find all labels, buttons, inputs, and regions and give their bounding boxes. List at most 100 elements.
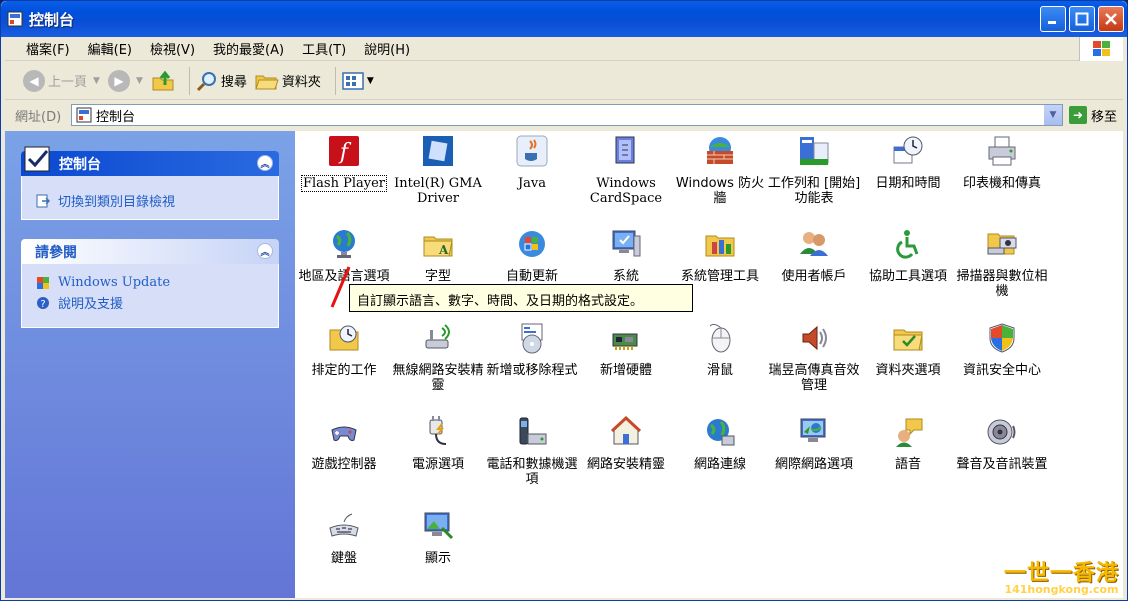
security-shield-icon <box>989 323 1015 353</box>
cpl-system[interactable]: 系統 <box>579 228 673 284</box>
cpl-windows-cardspace[interactable]: Windows CardSpace <box>579 135 673 206</box>
game-controller-icon <box>331 426 357 441</box>
folders-button[interactable]: 資料夾 <box>255 71 321 91</box>
cpl-automatic-updates[interactable]: 自動更新 <box>485 228 579 284</box>
system-monitor-icon <box>612 230 641 257</box>
menu-bar: 檔案(F) 編輯(E) 檢視(V) 我的最愛(A) 工具(T) 說明(H) <box>5 37 1123 61</box>
address-dropdown-icon[interactable]: ▼ <box>1043 105 1062 125</box>
cpl-realtek-hd-audio[interactable]: 瑞昱高傳真音效管理 <box>767 322 861 393</box>
add-hardware-icon <box>612 333 638 350</box>
cpl-flash-player[interactable]: f Flash Player <box>297 135 391 192</box>
forward-button[interactable]: ▶ ▼ <box>107 69 143 92</box>
cpl-phone-modem[interactable]: 電話和數據機選項 <box>485 416 579 487</box>
panel-header[interactable]: 請參閱 ︽ <box>21 239 279 264</box>
switch-category-view-link[interactable]: 切換到類別目錄檢視 <box>36 191 264 210</box>
control-panel-icon <box>7 11 23 27</box>
menu-help[interactable]: 說明(H) <box>355 39 419 58</box>
menu-tools[interactable]: 工具(T) <box>293 39 355 58</box>
sound-speaker-icon <box>987 419 1016 445</box>
menu-view[interactable]: 檢視(V) <box>141 39 204 58</box>
cpl-accessibility-options[interactable]: 協助工具選項 <box>861 228 955 284</box>
control-panel-panel: 控制台 ︽ 切換到類別目錄檢視 <box>21 146 279 220</box>
cpl-administrative-tools[interactable]: 系統管理工具 <box>673 228 767 284</box>
cpl-keyboard[interactable]: 鍵盤 <box>297 510 391 566</box>
printer-icon <box>988 136 1016 166</box>
cpl-add-hardware[interactable]: 新增硬體 <box>579 322 673 378</box>
cpl-internet-options[interactable]: 網際網路選項 <box>767 416 861 472</box>
go-button[interactable]: ➜ 移至 <box>1068 106 1117 125</box>
views-button[interactable]: ▼ <box>342 71 374 91</box>
task-pane: 控制台 ︽ 切換到類別目錄檢視 請參閱 ︽ Windows Update ? 說… <box>5 131 295 598</box>
minimize-icon <box>1048 21 1056 24</box>
collapse-icon[interactable]: ︽ <box>257 243 273 259</box>
cpl-security-center[interactable]: 資訊安全中心 <box>955 322 1049 378</box>
windows-flag-icon <box>1092 41 1110 56</box>
address-label: 網址(D) <box>15 109 62 125</box>
menu-edit[interactable]: 編輯(E) <box>79 39 141 58</box>
control-panel-large-icon <box>24 146 50 172</box>
back-dropdown-icon[interactable]: ▼ <box>93 76 100 86</box>
cpl-game-controllers[interactable]: 遊戲控制器 <box>297 416 391 472</box>
panel-body: 切換到類別目錄檢視 <box>21 176 279 220</box>
help-support-link[interactable]: ? 說明及支援 <box>36 293 264 312</box>
forward-arrow-icon: ▶ <box>107 69 130 92</box>
address-value: 控制台 <box>96 109 136 125</box>
windows-logo <box>1079 37 1123 61</box>
cpl-date-time[interactable]: 日期和時間 <box>861 135 955 191</box>
cpl-wireless-network-wizard[interactable]: 無線網路安裝精靈 <box>391 322 485 393</box>
cpl-intel-gma-driver[interactable]: Intel(R) GMA Driver <box>391 135 485 206</box>
speaker-icon <box>802 325 827 351</box>
forward-dropdown-icon[interactable]: ▼ <box>136 76 143 86</box>
see-also-panel: 請參閱 ︽ Windows Update ? 說明及支援 <box>21 239 279 328</box>
firewall-icon <box>707 137 733 164</box>
minimize-button[interactable] <box>1040 6 1066 32</box>
up-button[interactable] <box>151 70 175 92</box>
menu-favorites[interactable]: 我的最愛(A) <box>204 39 293 58</box>
cardspace-icon <box>615 136 635 164</box>
cpl-fonts[interactable]: A 字型 <box>391 228 485 284</box>
panel-body: Windows Update ? 說明及支援 <box>21 264 279 328</box>
clock-calendar-icon <box>893 136 923 164</box>
globe-icon <box>333 230 355 258</box>
folder-options-icon <box>893 329 923 351</box>
cpl-power-options[interactable]: 電源選項 <box>391 416 485 472</box>
user-accounts-icon <box>800 232 828 256</box>
cpl-display[interactable]: 顯示 <box>391 510 485 566</box>
cpl-add-remove-programs[interactable]: 新增或移除程式 <box>485 322 579 378</box>
network-home-icon <box>610 415 642 445</box>
cpl-folder-options[interactable]: 資料夾選項 <box>861 322 955 378</box>
cpl-mouse[interactable]: 滑鼠 <box>673 322 767 378</box>
go-arrow-icon: ➜ <box>1068 106 1087 124</box>
title-bar[interactable]: 控制台 <box>1 1 1127 37</box>
cpl-network-setup-wizard[interactable]: 網路安裝精靈 <box>579 415 673 472</box>
search-button[interactable]: 搜尋 <box>196 70 247 92</box>
back-button[interactable]: ◀ 上一頁 ▼ <box>23 69 100 92</box>
menu-file[interactable]: 檔案(F) <box>17 39 79 58</box>
cpl-sounds-audio-devices[interactable]: 聲音及音訊裝置 <box>955 416 1049 472</box>
cpl-windows-firewall[interactable]: Windows 防火牆 <box>673 135 767 206</box>
mouse-icon <box>709 323 731 353</box>
automatic-updates-icon <box>519 231 545 257</box>
windows-update-link[interactable]: Windows Update <box>36 275 264 290</box>
address-input[interactable]: 控制台 ▼ <box>71 104 1063 126</box>
cpl-network-connections[interactable]: 網路連線 <box>673 416 767 472</box>
watermark: 一世一香港 141hongkong.com <box>1003 561 1119 596</box>
cpl-speech[interactable]: 語音 <box>861 416 955 472</box>
panel-header[interactable]: 控制台 ︽ <box>21 146 279 176</box>
toolbar: ◀ 上一頁 ▼ ▶ ▼ 搜尋 資料夾 ▼ <box>5 62 1123 100</box>
close-button[interactable] <box>1098 6 1124 32</box>
cpl-taskbar-start-menu[interactable]: 工作列和 [開始] 功能表 <box>767 135 861 206</box>
collapse-icon[interactable]: ︽ <box>257 155 273 171</box>
windows-update-icon <box>37 276 49 289</box>
java-icon <box>516 135 548 167</box>
internet-options-icon <box>800 418 826 442</box>
icon-view: f Flash Player Intel(R) GMA Driver Java … <box>295 131 1123 598</box>
cpl-scheduled-tasks[interactable]: 排定的工作 <box>297 322 391 378</box>
back-arrow-icon: ◀ <box>23 69 45 92</box>
scheduled-tasks-icon <box>329 325 359 351</box>
maximize-button[interactable] <box>1069 6 1095 32</box>
cpl-java[interactable]: Java <box>485 135 579 191</box>
cpl-scanners-cameras[interactable]: 掃描器與數位相機 <box>955 228 1049 299</box>
cpl-printers-faxes[interactable]: 印表機和傳真 <box>955 135 1049 191</box>
cpl-user-accounts[interactable]: 使用者帳戶 <box>767 228 861 284</box>
